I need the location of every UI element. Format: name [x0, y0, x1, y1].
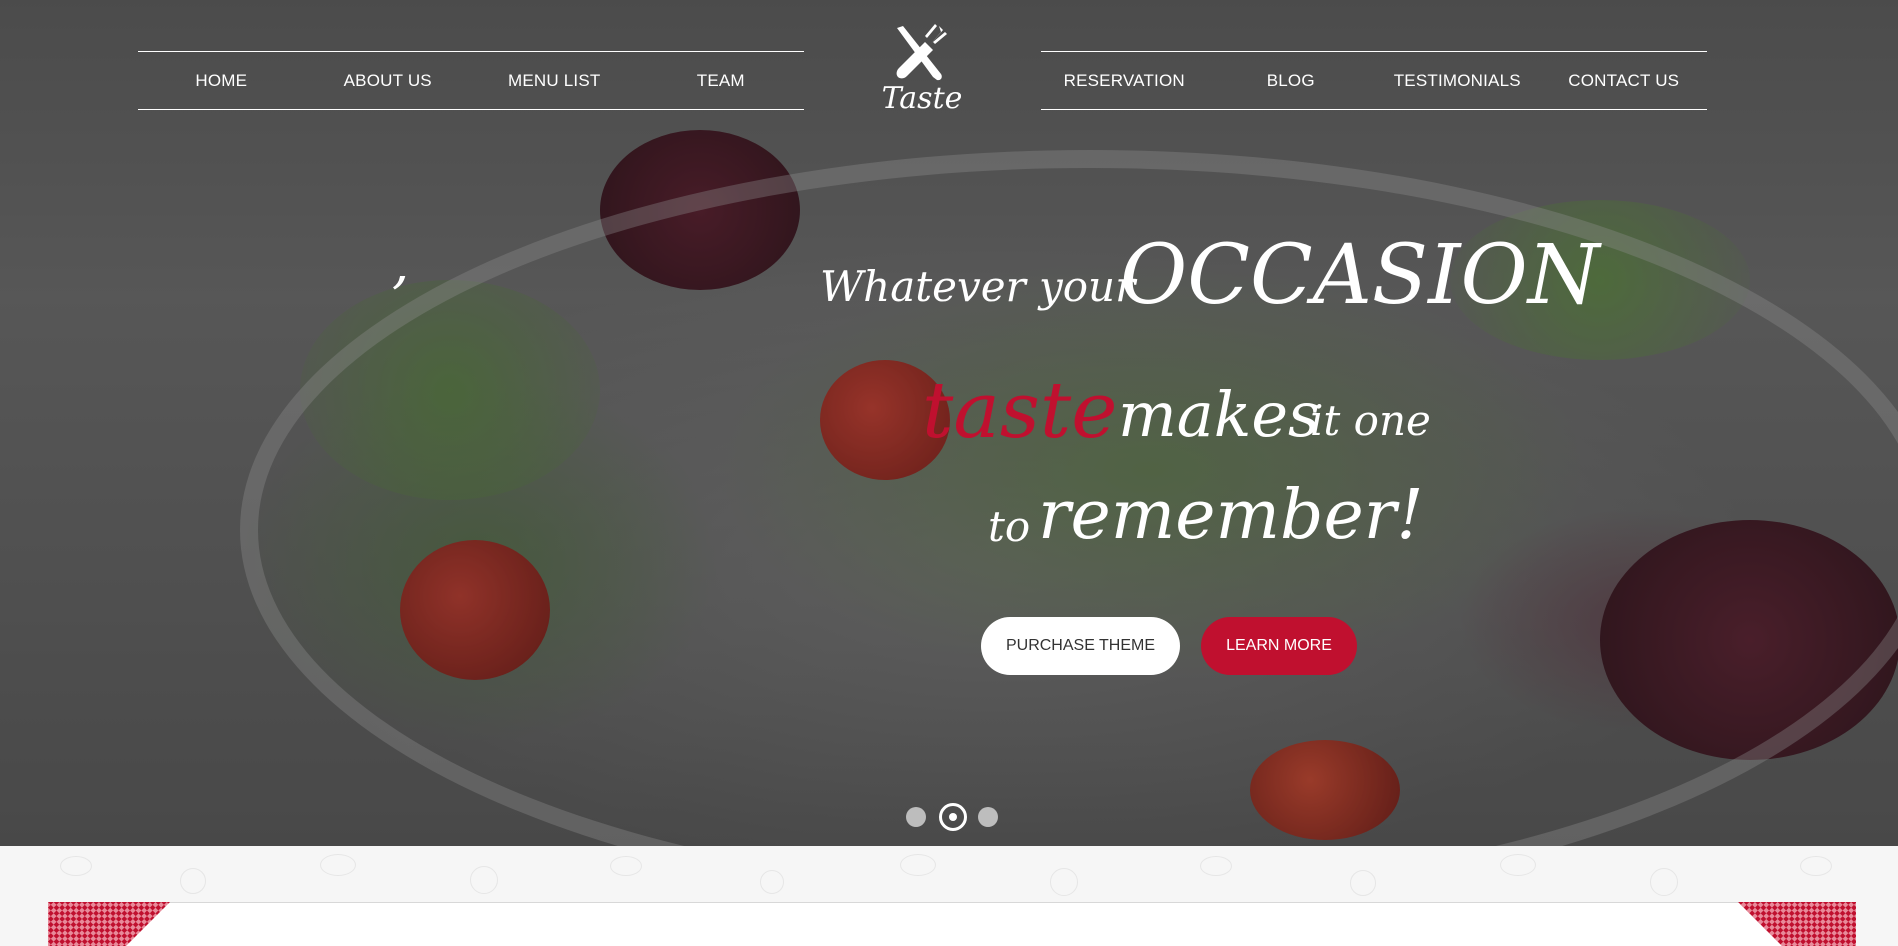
nav-item-contact-us[interactable]: CONTACT US: [1541, 71, 1708, 91]
slider-dot-2-active[interactable]: [939, 803, 967, 831]
purchase-theme-button[interactable]: PURCHASE THEME: [981, 617, 1180, 675]
nav-item-home[interactable]: HOME: [138, 71, 305, 91]
nav-item-team[interactable]: TEAM: [638, 71, 805, 91]
nav-item-about-us[interactable]: ABOUT US: [305, 71, 472, 91]
quote-mark: ,: [392, 232, 410, 295]
headline-makes: makes: [1118, 378, 1320, 451]
learn-more-button[interactable]: LEARN MORE: [1201, 617, 1357, 675]
headline-to: to: [988, 502, 1031, 551]
checkered-corner-left: [48, 902, 170, 946]
nav-item-blog[interactable]: BLOG: [1208, 71, 1375, 91]
headline-occasion: OCCASION: [1120, 228, 1600, 323]
headline-remember: remember!: [1038, 476, 1424, 555]
content-panel: [48, 903, 1856, 946]
slider-dot-3[interactable]: [978, 807, 998, 827]
nav-item-testimonials[interactable]: TESTIMONIALS: [1374, 71, 1541, 91]
headline-whatever-your: Whatever your: [820, 262, 1136, 311]
nav-item-reservation[interactable]: RESERVATION: [1041, 71, 1208, 91]
logo-text: Taste: [881, 81, 963, 116]
checkered-corner-right: [1738, 902, 1856, 946]
nav-right: RESERVATION BLOG TESTIMONIALS CONTACT US: [1041, 51, 1707, 110]
headline-it-one: it one: [1310, 396, 1431, 445]
fork-knife-icon: [896, 24, 947, 81]
headline-taste: taste: [922, 366, 1118, 456]
slider-dot-1[interactable]: [906, 807, 926, 827]
nav-item-menu-list[interactable]: MENU LIST: [471, 71, 638, 91]
nav-left: HOME ABOUT US MENU LIST TEAM: [138, 51, 804, 110]
logo[interactable]: Taste: [880, 22, 964, 118]
